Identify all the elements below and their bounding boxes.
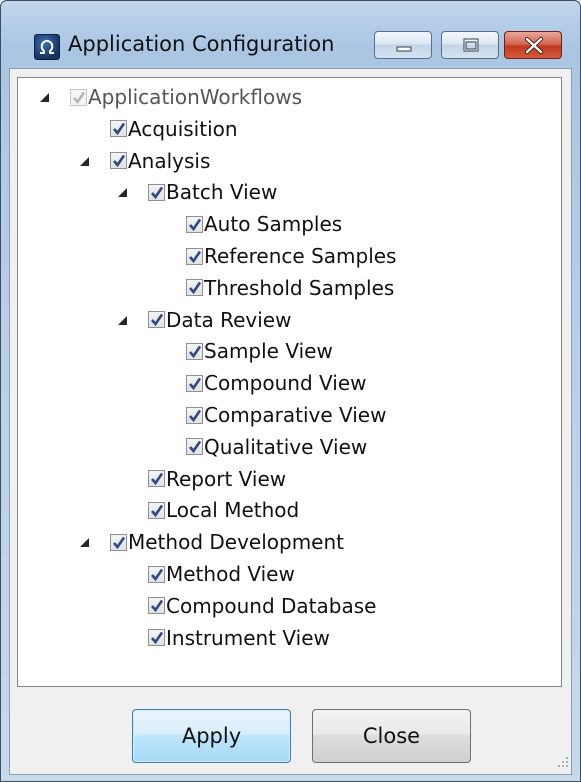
tree-item[interactable]: Report View [148,464,286,494]
tree-item-checkbox[interactable] [110,120,127,138]
tree-item[interactable]: Acquisition [110,114,238,144]
tree-item-label: Method Development [128,530,345,555]
close-button[interactable]: Close [312,709,471,763]
tree-item-checkbox[interactable] [148,597,165,615]
tree-item-label: Threshold Samples [204,275,395,300]
omega-logo-icon [34,34,60,60]
tree-item-checkbox[interactable] [186,406,203,424]
tree-item-label: Acquisition [128,116,238,141]
tree-item-checkbox[interactable] [186,374,203,392]
expand-collapse-icon[interactable] [118,315,127,325]
checkmark-icon [113,123,126,136]
tree-item-label: Auto Samples [204,212,343,237]
tree-item-label: Instrument View [166,625,330,650]
expand-collapse-icon[interactable] [80,156,89,166]
tree-item[interactable]: Method Development [80,527,345,557]
checkmark-icon [151,504,164,518]
tree-item-label: Sample View [204,339,333,364]
tree-item-checkbox[interactable] [186,247,203,265]
expand-collapse-icon[interactable] [40,93,49,102]
tree-item[interactable]: Local Method [148,495,299,525]
tree-item[interactable]: Compound Database [148,591,376,621]
tree-item-checkbox[interactable] [186,342,203,360]
resize-grip-icon[interactable] [554,753,570,769]
tree-item-checkbox[interactable] [148,183,165,201]
checkmark-icon [189,441,202,454]
tree-item-label: ApplicationWorkflows [88,85,303,109]
checkmark-icon [151,186,164,200]
workflow-tree[interactable]: ApplicationWorkflows Acquisition Analysis B… [17,77,562,687]
tree-item-label: Reference Samples [204,244,397,268]
tree-item-label: Batch View [166,180,278,205]
tree-item-checkbox[interactable] [148,565,165,583]
checkmark-icon [189,409,202,422]
tree-item[interactable]: Threshold Samples [186,273,394,303]
minimize-button[interactable] [374,31,432,59]
tree-item-label: Qualitative View [204,434,368,459]
title-bar[interactable]: Application Configuration [1,1,580,60]
tree-item[interactable]: Data Review [118,305,292,335]
close-window-button[interactable] [504,31,562,59]
tree-item-label: Report View [166,466,287,491]
checkmark-icon [189,218,202,231]
tree-item-label: Comparative View [204,403,387,427]
tree-item-checkbox[interactable] [110,533,127,551]
checkmark-icon [151,313,164,327]
window-title: Application Configuration [68,32,335,56]
tree-item[interactable]: Sample View [186,336,333,366]
tree-item-checkbox[interactable] [186,279,203,297]
maximize-icon [463,38,479,52]
tree-item-checkbox[interactable] [186,215,203,233]
apply-button[interactable]: Apply [132,709,291,763]
tree-item-label: Data Review [166,307,292,332]
checkmark-icon [113,536,126,549]
tree-item-label: Method View [166,562,295,586]
tree-item-label: Compound Database [166,593,377,618]
expand-collapse-icon[interactable] [118,188,127,198]
tree-item[interactable]: Instrument View [148,623,330,653]
tree-item[interactable]: Qualitative View [186,432,367,462]
tree-item[interactable]: Analysis [80,146,211,176]
tree-item[interactable]: Method View [148,559,295,589]
tree-item[interactable]: Compound View [186,368,366,398]
tree-item-checkbox[interactable] [148,470,165,488]
checkmark-icon [113,154,126,168]
checkmark-icon [189,377,202,390]
checkmark-icon [189,250,202,263]
tree-item[interactable]: Batch View [118,177,278,207]
expand-collapse-icon[interactable] [80,538,89,548]
application-configuration-window: Application Configuration ApplicationWor… [0,0,581,782]
maximize-button[interactable] [441,31,499,59]
minimize-icon [396,46,412,52]
checkmark-icon [189,282,202,295]
checkmark-icon [73,91,86,104]
tree-item-checkbox[interactable] [148,501,165,519]
tree-item-label: Local Method [166,498,300,523]
tree-item[interactable]: Comparative View [186,400,386,430]
checkmark-icon [189,345,202,359]
checkmark-icon [151,631,164,645]
tree-item[interactable]: ApplicationWorkflows [40,82,303,112]
tree-item-checkbox[interactable] [186,438,203,456]
tree-item-checkbox[interactable] [110,152,127,170]
tree-item-label: Analysis [128,148,211,173]
checkmark-icon [151,472,164,486]
tree-item-checkbox[interactable] [148,629,165,647]
tree-item[interactable]: Auto Samples [186,209,342,239]
checkmark-icon [151,568,164,581]
tree-item-checkbox[interactable] [148,311,165,329]
tree-item-label: Compound View [204,371,367,396]
tree-item-checkbox [70,88,87,106]
checkmark-icon [151,600,164,613]
close-icon [525,37,543,54]
tree-item[interactable]: Reference Samples [186,241,396,271]
